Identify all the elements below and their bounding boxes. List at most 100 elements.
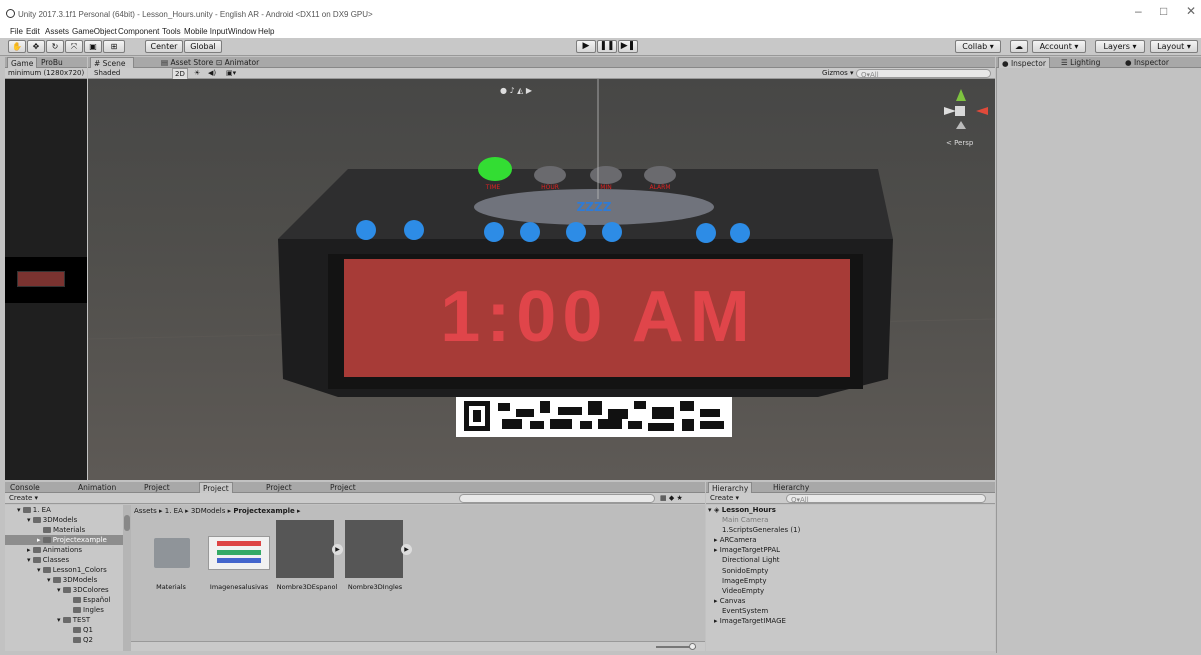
audio-toggle-icon[interactable]: ◀)	[208, 68, 216, 78]
hierarchy-item[interactable]: Directional Light	[706, 555, 995, 565]
effects-toggle-icon[interactable]: ▣▾	[226, 68, 236, 78]
layout-dropdown[interactable]: Layout ▾	[1150, 40, 1198, 53]
tree-item[interactable]: Materials	[5, 525, 123, 535]
menu-file[interactable]: File	[10, 27, 23, 36]
asset-nombre3despanol[interactable]: ▶	[276, 520, 343, 580]
scene-root[interactable]: ▾ ◈ Lesson_Hours	[706, 505, 995, 515]
menu-help[interactable]: Help	[258, 27, 274, 36]
pivot-center-button[interactable]: Center	[145, 40, 183, 53]
breadcrumb-ea[interactable]: 1. EA	[165, 507, 183, 515]
hierarchy-search[interactable]: Q▾All	[786, 494, 986, 504]
breadcrumb-3dmodels[interactable]: 3DModels	[191, 507, 226, 515]
hierarchy-create-dropdown[interactable]: Create ▾	[710, 493, 739, 503]
asset-materials[interactable]	[146, 520, 206, 580]
tab-inspector-1[interactable]: ● Inspector	[998, 57, 1050, 68]
play-button[interactable]: ▶	[576, 40, 596, 53]
account-dropdown[interactable]: Account ▾	[1032, 40, 1086, 53]
asset-imagenesalusivas[interactable]	[208, 520, 270, 580]
tab-animation[interactable]: Animation	[75, 482, 119, 493]
hierarchy-item[interactable]: ▸ Canvas	[706, 596, 995, 606]
hierarchy-item[interactable]: ImageEmpty	[706, 576, 995, 586]
expand-arrow-icon[interactable]: ▶	[401, 544, 412, 555]
game-view[interactable]	[5, 79, 87, 480]
hierarchy-item[interactable]: SonidoEmpty	[706, 566, 995, 576]
scene-search[interactable]: Q▾All	[856, 69, 991, 79]
tree-item[interactable]: Español	[5, 595, 123, 605]
tab-game[interactable]: Game	[7, 57, 38, 68]
tree-item[interactable]: ▾ 1. EA	[5, 505, 123, 515]
project-create-dropdown[interactable]: Create ▾	[9, 493, 38, 503]
tab-project-1[interactable]: Project	[141, 482, 173, 493]
hierarchy-item[interactable]: ▸ ARCamera	[706, 535, 995, 545]
menu-tools[interactable]: Tools	[162, 27, 181, 36]
scene-view[interactable]: 1:00 AM TIME HOUR MIN ALARM ZZZZ < Persp…	[88, 79, 995, 480]
tree-item-selected[interactable]: ▸ Projectexample	[5, 535, 123, 545]
layers-dropdown[interactable]: Layers ▾	[1095, 40, 1145, 53]
rect-tool-button[interactable]: ▣	[84, 40, 102, 53]
tab-console[interactable]: Console	[7, 482, 43, 493]
project-search[interactable]	[459, 494, 655, 503]
tab-inspector-2[interactable]: ● Inspector	[1122, 57, 1172, 68]
tab-animator[interactable]: ⊡ Animator	[213, 57, 262, 68]
tree-item[interactable]: ▸ Animations	[5, 545, 123, 555]
hierarchy-item[interactable]: VideoEmpty	[706, 586, 995, 596]
zoom-slider-handle[interactable]	[689, 643, 696, 650]
light-toggle-icon[interactable]: ☀	[194, 68, 200, 78]
menu-window[interactable]: Window	[228, 27, 256, 36]
global-local-button[interactable]: Global	[184, 40, 222, 53]
breadcrumb-current[interactable]: Projectexample	[233, 507, 294, 515]
pause-button[interactable]: ❚❚	[597, 40, 617, 53]
menu-bar: File Edit Assets GameObject Component To…	[0, 26, 1201, 38]
tree-item[interactable]: ▾ Lesson1_Colors	[5, 565, 123, 575]
close-button[interactable]: ✕	[1186, 4, 1196, 18]
hierarchy-item[interactable]: ▸ ImageTargetIMAGE	[706, 616, 995, 626]
tree-item[interactable]: ▾ 3DColores	[5, 585, 123, 595]
maximize-button[interactable]: □	[1160, 4, 1167, 18]
hierarchy-item[interactable]: ▸ ImageTargetPPAL	[706, 545, 995, 555]
breadcrumb-assets[interactable]: Assets	[134, 507, 157, 515]
tab-probuilder[interactable]: ProBu	[38, 57, 66, 68]
tab-project-2[interactable]: Project	[199, 482, 233, 493]
tree-item[interactable]: ▾ TEST	[5, 615, 123, 625]
tree-item[interactable]: ▾ 3DModels	[5, 575, 123, 585]
tab-hierarchy-2[interactable]: Hierarchy	[770, 482, 812, 493]
tab-asset-store[interactable]: ▤ Asset Store	[158, 57, 216, 68]
menu-assets[interactable]: Assets	[45, 27, 69, 36]
scale-tool-button[interactable]: ⤧	[65, 40, 83, 53]
tab-project-3[interactable]: Project	[263, 482, 295, 493]
cloud-icon[interactable]: ☁	[1010, 40, 1028, 53]
tree-item[interactable]: Q2	[5, 635, 123, 645]
menu-component[interactable]: Component	[118, 27, 159, 36]
gizmos-dropdown[interactable]: Gizmos ▾	[822, 68, 854, 78]
tree-scroll-thumb[interactable]	[124, 515, 130, 531]
asset-nombre3dingles[interactable]: ▶	[345, 520, 412, 580]
tree-scrollbar[interactable]	[123, 505, 131, 651]
minimize-button[interactable]: –	[1135, 4, 1142, 18]
tab-hierarchy-1[interactable]: Hierarchy	[708, 482, 753, 493]
tree-item[interactable]: ▾ 3DModels	[5, 515, 123, 525]
tree-item[interactable]: Q1	[5, 625, 123, 635]
menu-edit[interactable]: Edit	[26, 27, 40, 36]
transform-tool-button[interactable]: ⊞	[103, 40, 125, 53]
persp-label[interactable]: < Persp	[946, 139, 974, 147]
hand-tool-button[interactable]: ✋	[8, 40, 26, 53]
step-button[interactable]: ▶❚	[618, 40, 638, 53]
shading-dropdown[interactable]: Shaded	[94, 68, 120, 78]
orientation-gizmo-icon[interactable]	[944, 89, 988, 129]
hierarchy-item[interactable]: 1.ScriptsGenerales (1)	[706, 525, 995, 535]
tree-item[interactable]: ▾ Classes	[5, 555, 123, 565]
tab-lighting[interactable]: ☰ Lighting	[1058, 57, 1103, 68]
expand-arrow-icon[interactable]: ▶	[332, 544, 343, 555]
menu-mobile-input[interactable]: Mobile Input	[184, 27, 228, 36]
menu-gameobject[interactable]: GameObject	[72, 27, 117, 36]
hierarchy-item[interactable]: EventSystem	[706, 606, 995, 616]
hierarchy-item[interactable]: Main Camera	[706, 515, 995, 525]
collab-dropdown[interactable]: Collab ▾	[955, 40, 1001, 53]
tab-project-4[interactable]: Project	[327, 482, 359, 493]
move-tool-button[interactable]: ✥	[27, 40, 45, 53]
tab-scene[interactable]: # Scene	[90, 57, 134, 68]
filter-icons[interactable]: ▦ ◆ ★	[660, 493, 683, 503]
resolution-dropdown[interactable]: minimum (1280x720)	[8, 69, 84, 77]
rotate-tool-button[interactable]: ↻	[46, 40, 64, 53]
tree-item[interactable]: Ingles	[5, 605, 123, 615]
